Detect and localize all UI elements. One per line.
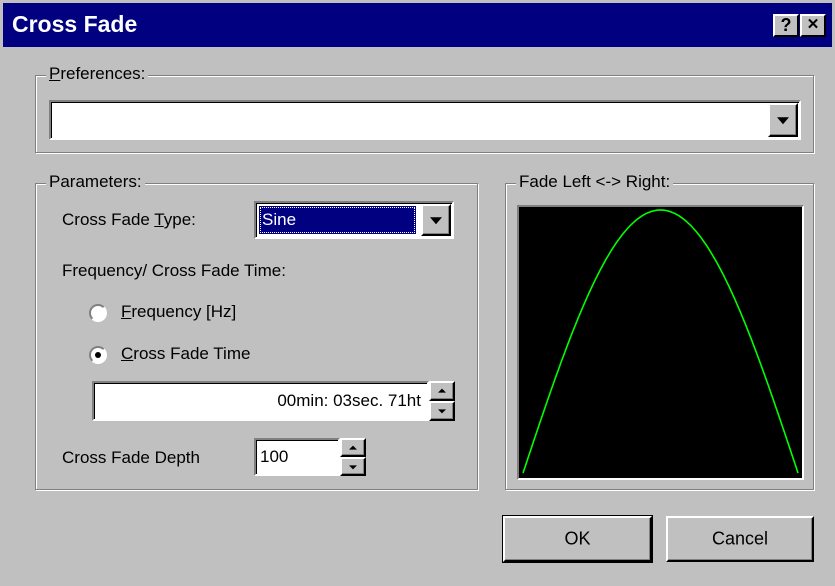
help-icon: ? [780, 15, 792, 35]
time-decrement-button[interactable] [429, 401, 455, 421]
cross-fade-depth-label: Cross Fade Depth [62, 448, 200, 467]
preferences-legend: Preferences: [46, 64, 149, 84]
title-bar[interactable]: Cross Fade ? ✕ [3, 3, 832, 47]
cross-fade-time-value: 00min: 03sec. 71ht [277, 391, 421, 410]
cancel-label: Cancel [711, 528, 769, 549]
fade-preview-legend: Fade Left <-> Right: [516, 172, 674, 192]
cross-fade-type-dropdown-button[interactable] [421, 204, 451, 236]
frequency-radio[interactable] [89, 304, 107, 322]
close-icon: ✕ [806, 16, 820, 33]
parameters-group: Parameters: Cross Fade Type: Sine Freque… [35, 172, 478, 490]
cross-fade-dialog: Cross Fade ? ✕ Preferences: Parameters: … [0, 0, 835, 586]
cross-fade-time-spinner[interactable] [429, 381, 455, 421]
cross-fade-depth-value: 100 [260, 447, 289, 466]
window-title: Cross Fade [12, 11, 138, 37]
cross-fade-time-input[interactable]: 00min: 03sec. 71ht [92, 381, 429, 421]
down-arrow-icon [438, 409, 446, 414]
frequency-time-label: Frequency/ Cross Fade Time: [62, 261, 286, 280]
time-increment-button[interactable] [429, 381, 455, 401]
parameters-legend: Parameters: [46, 172, 145, 192]
cross-fade-depth-spinner[interactable] [340, 438, 366, 476]
down-arrow-icon [349, 464, 357, 469]
chevron-down-icon [777, 117, 789, 125]
fade-preview-group: Fade Left <-> Right: [505, 172, 814, 490]
cross-fade-time-radio[interactable] [89, 346, 107, 364]
cross-fade-type-label: Cross Fade Type: [62, 210, 196, 229]
cross-fade-depth-input[interactable]: 100 [254, 438, 340, 476]
preferences-legend-rest: references: [60, 64, 146, 83]
radio-selected-dot [95, 352, 101, 358]
ok-button[interactable]: OK [503, 516, 652, 562]
cross-fade-type-value: Sine [259, 206, 416, 234]
close-button[interactable]: ✕ [800, 14, 826, 37]
chevron-down-icon [430, 217, 442, 225]
frequency-radio-label[interactable]: Frequency [Hz] [121, 302, 236, 322]
preferences-dropdown-button[interactable] [768, 103, 798, 137]
preferences-dropdown[interactable] [49, 100, 801, 140]
up-arrow-icon [438, 388, 446, 393]
up-arrow-icon [349, 445, 357, 450]
cancel-button[interactable]: Cancel [666, 516, 814, 562]
fade-curve-graph [522, 209, 799, 474]
depth-increment-button[interactable] [340, 438, 366, 457]
fade-curve-display [517, 205, 804, 480]
cross-fade-type-dropdown[interactable]: Sine [254, 201, 454, 239]
fade-curve [522, 209, 799, 474]
cross-fade-time-radio-label[interactable]: Cross Fade Time [121, 344, 250, 364]
depth-decrement-button[interactable] [340, 457, 366, 476]
ok-label: OK [564, 528, 591, 549]
preferences-mnemonic: P [49, 64, 61, 83]
help-button[interactable]: ? [773, 14, 799, 37]
preferences-group: Preferences: [35, 64, 814, 153]
